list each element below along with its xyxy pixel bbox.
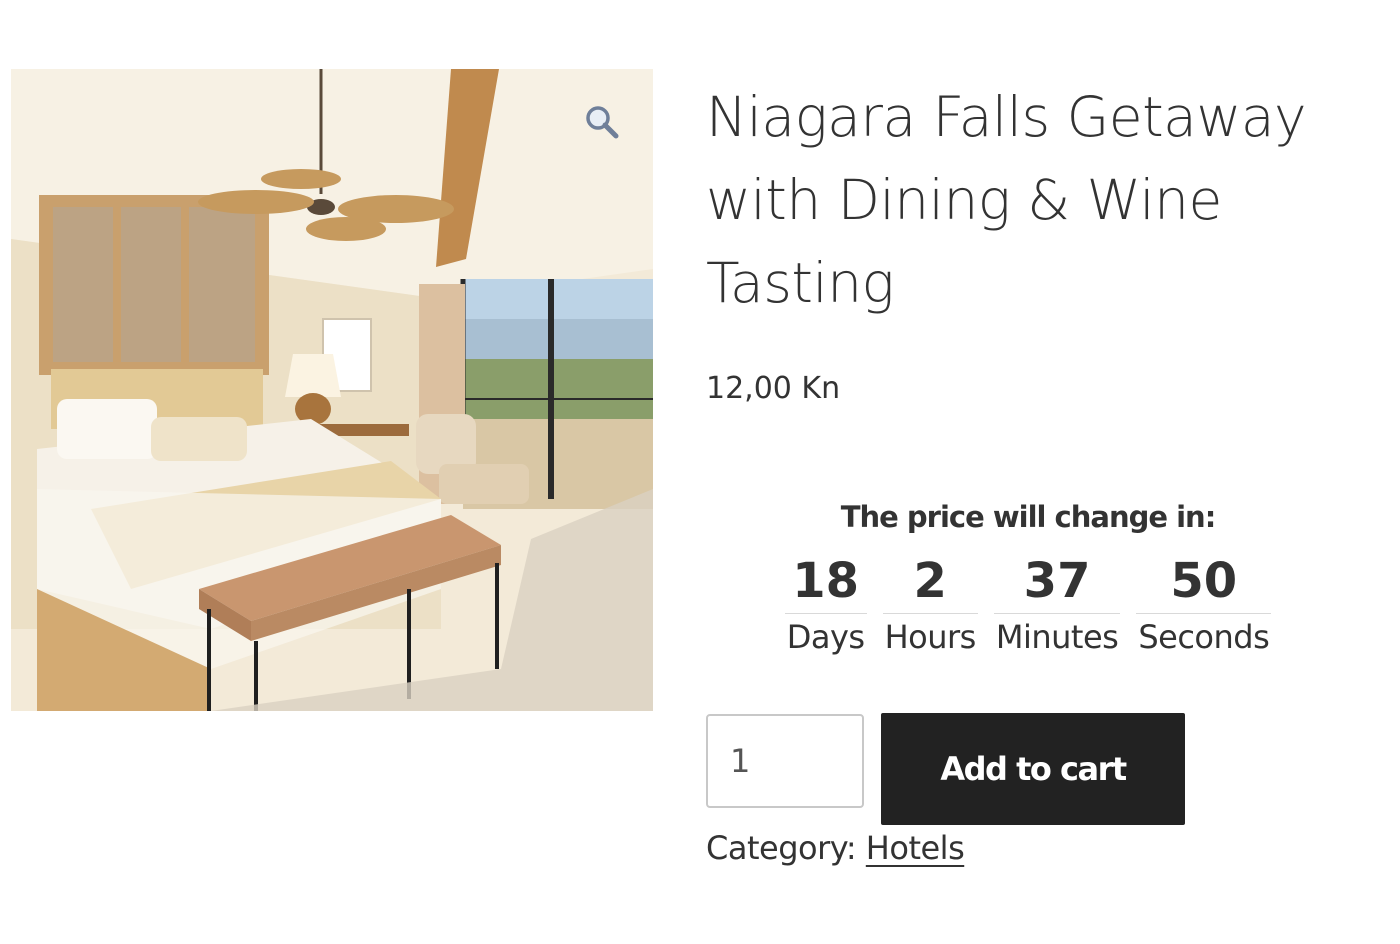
countdown-seconds-label: Seconds — [1138, 618, 1270, 656]
product-title: Niagara Falls Getaway with Dining & Wine… — [706, 85, 1307, 315]
add-to-cart-button[interactable]: Add to cart — [881, 713, 1185, 825]
countdown-seconds-value: 50 — [1136, 551, 1272, 614]
countdown-minutes-label: Minutes — [995, 618, 1119, 656]
bedroom-photo — [11, 69, 653, 711]
countdown-units: 18 Days 2 Hours 37 Minutes 50 Seconds — [706, 551, 1350, 660]
product-meta: Category: Hotels — [706, 826, 965, 870]
zoom-button[interactable] — [583, 103, 623, 143]
category-link-hotels[interactable]: Hotels — [866, 829, 965, 867]
countdown-minutes: 37 Minutes — [993, 551, 1121, 660]
countdown-hours-value: 2 — [882, 551, 978, 614]
quantity-input[interactable] — [706, 714, 864, 808]
product-price: 12,00 Kn — [706, 371, 841, 406]
product-image[interactable] — [11, 69, 653, 711]
countdown-heading: The price will change in: — [840, 500, 1217, 534]
category-label: Category: — [706, 829, 866, 867]
countdown-days: 18 Days — [784, 551, 867, 660]
countdown-seconds: 50 Seconds — [1136, 551, 1272, 660]
countdown-days-value: 18 — [784, 551, 867, 614]
countdown-hours: 2 Hours — [882, 551, 978, 660]
countdown-minutes-value: 37 — [993, 551, 1121, 614]
magnifier-icon — [586, 106, 619, 139]
price-countdown: The price will change in: 18 Days 2 Hour… — [706, 495, 1350, 660]
countdown-hours-label: Hours — [884, 618, 977, 656]
countdown-days-label: Days — [786, 618, 865, 656]
